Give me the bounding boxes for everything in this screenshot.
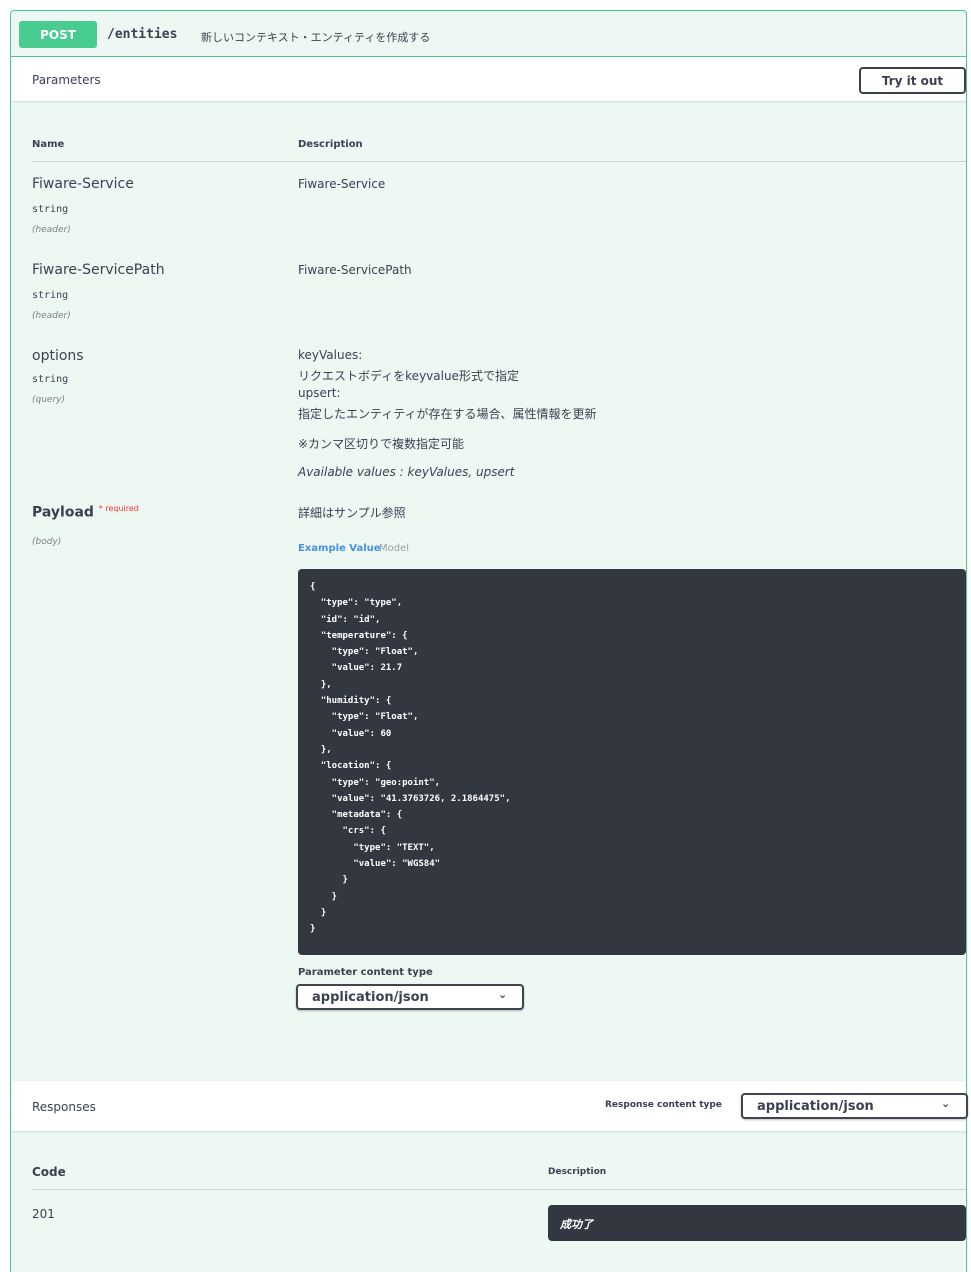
param-description-note: ※カンマ区切りで複数指定可能 [298, 437, 465, 451]
param-location: (header) [32, 225, 71, 235]
param-location: (header) [32, 311, 71, 321]
param-name-fiware-service: Fiware-Service [32, 176, 134, 192]
response-description: 成功了 [560, 1218, 593, 1231]
parameters-divider [32, 161, 966, 162]
parameters-header: Parameters Try it out [11, 57, 966, 101]
payload-name: Payload [32, 504, 94, 521]
param-name-fiware-servicepath: Fiware-ServicePath [32, 262, 165, 278]
param-name-payload: Payload * required [32, 504, 139, 521]
responses-title: Responses [32, 1100, 96, 1114]
column-header-code: Code [32, 1165, 66, 1179]
param-type: string [32, 204, 69, 215]
example-json: { "type": "type", "id": "id", "temperatu… [310, 582, 511, 935]
param-name-options: options [32, 348, 84, 364]
select-value: application/json [757, 1099, 874, 1114]
param-description-line: リクエストボディをkeyvalue形式で指定 [298, 369, 519, 383]
param-location: (body) [32, 537, 62, 547]
operation-summary-text: 新しいコンテキスト・エンティティを作成する [201, 31, 431, 44]
parameter-content-type-select[interactable]: application/json ⌄ [296, 984, 524, 1010]
param-description: Fiware-Service [298, 177, 386, 191]
param-description-line: keyValues: [298, 348, 363, 362]
column-header-name: Name [32, 139, 65, 150]
column-header-description: Description [298, 139, 363, 150]
response-code: 201 [32, 1207, 55, 1221]
parameters-title: Parameters [32, 73, 101, 87]
example-value-code-block[interactable]: { "type": "type", "id": "id", "temperatu… [298, 569, 966, 955]
param-description: Fiware-ServicePath [298, 263, 412, 277]
responses-divider [32, 1189, 966, 1190]
payload-description: 詳細はサンプル参照 [298, 506, 406, 520]
tab-model[interactable]: Model [379, 543, 409, 554]
operation-block-post-entities: POST /entities 新しいコンテキスト・エンティティを作成する Par… [10, 10, 968, 1272]
column-header-description: Description [548, 1167, 607, 1177]
tab-example-value[interactable]: Example Value [298, 543, 381, 554]
param-type: string [32, 374, 69, 385]
param-type: string [32, 290, 69, 301]
required-marker: * required [98, 504, 139, 513]
select-value: application/json [312, 990, 429, 1005]
chevron-down-icon: ⌄ [941, 1097, 951, 1110]
chevron-down-icon: ⌄ [498, 988, 508, 1001]
response-content-type-label: Response content type [605, 1100, 722, 1110]
parameter-content-type-label: Parameter content type [298, 967, 433, 978]
response-content-type-select[interactable]: application/json ⌄ [741, 1093, 968, 1119]
try-it-out-button[interactable]: Try it out [859, 67, 966, 94]
param-location: (query) [32, 395, 66, 405]
param-description-line: 指定したエンティティが存在する場合、属性情報を更新 [298, 407, 597, 421]
param-available-values: Available values : keyValues, upsert [298, 465, 515, 479]
param-description-line: upsert: [298, 386, 341, 400]
operation-path: /entities [107, 27, 178, 42]
method-badge: POST [19, 21, 97, 48]
operation-summary[interactable]: POST /entities 新しいコンテキスト・エンティティを作成する [11, 11, 966, 57]
response-description-box: 成功了 [548, 1205, 966, 1241]
responses-header: Responses Response content type applicat… [11, 1081, 968, 1131]
